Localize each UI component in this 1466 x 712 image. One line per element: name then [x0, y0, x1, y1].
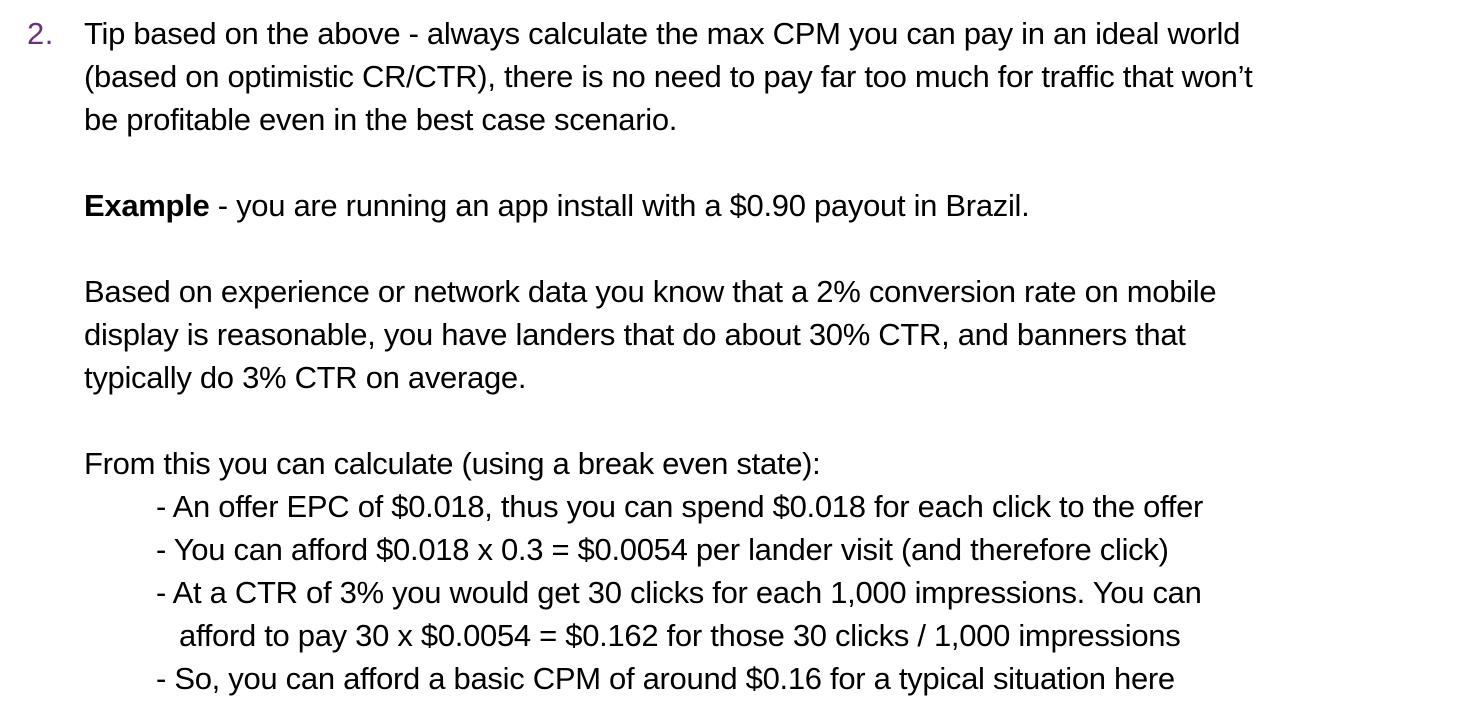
assumption-line: display is reasonable, you have landers … — [84, 317, 1186, 352]
example-text: - you are running an app install with a … — [209, 188, 1030, 223]
tip-line: (based on optimistic CR/CTR), there is n… — [84, 59, 1253, 94]
calculation-list: - An offer EPC of $0.018, thus you can s… — [84, 485, 1454, 700]
calculation-step: - An offer EPC of $0.018, thus you can s… — [156, 489, 1204, 524]
calculation-step: - You can afford $0.018 x 0.3 = $0.0054 … — [156, 532, 1169, 567]
calculation-step-continuation: afford to pay 30 x $0.0054 = $0.162 for … — [179, 618, 1181, 653]
example-paragraph: Example - you are running an app install… — [84, 184, 1454, 227]
assumption-line: typically do 3% CTR on average. — [84, 360, 527, 395]
calc-intro: From this you can calculate (using a bre… — [84, 446, 821, 481]
assumption-line: Based on experience or network data you … — [84, 274, 1217, 309]
document-page: 2. Tip based on the above - always calcu… — [0, 0, 1466, 712]
list-number: 2. — [27, 16, 54, 51]
example-label: Example — [84, 188, 210, 223]
list-item-body: Tip based on the above - always calculat… — [84, 12, 1454, 700]
calculation-step: - At a CTR of 3% you would get 30 clicks… — [156, 575, 1202, 610]
tip-line: Tip based on the above - always calculat… — [84, 16, 1241, 51]
tip-line: be profitable even in the best case scen… — [84, 102, 678, 137]
calculation-step: - So, you can afford a basic CPM of arou… — [156, 661, 1175, 696]
